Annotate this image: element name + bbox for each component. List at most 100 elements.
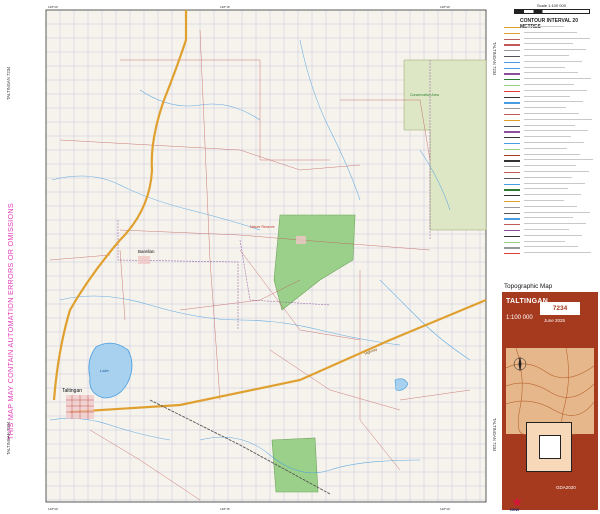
- legend-symbol: [504, 137, 520, 139]
- legend-text-line: [524, 107, 566, 109]
- town-taltingan[interactable]: [66, 395, 94, 419]
- svg-text:148°15': 148°15': [220, 507, 231, 511]
- legend-row: [502, 200, 598, 203]
- legend-row: [502, 211, 598, 215]
- settlement-central[interactable]: [296, 236, 306, 244]
- legend: [502, 26, 598, 266]
- legend-text-line: [524, 142, 584, 143]
- legend-text-line: [524, 113, 579, 114]
- legend-row: [502, 113, 598, 116]
- legend-row: [502, 124, 598, 128]
- legend-row: [502, 95, 598, 99]
- label-barellan: Barellan: [138, 249, 155, 254]
- legend-symbol: [504, 102, 520, 104]
- legend-row: [502, 188, 598, 191]
- svg-text:148°00': 148°00': [48, 507, 59, 511]
- legend-row: [502, 194, 598, 197]
- legend-row: [502, 118, 598, 122]
- legend-text-line: [524, 130, 588, 132]
- legend-symbol: [504, 160, 520, 162]
- legend-text-line: [524, 26, 564, 27]
- legend-text-line: [524, 136, 571, 138]
- legend-text-line: [524, 147, 567, 149]
- legend-row: [502, 60, 598, 64]
- legend-row: [502, 176, 598, 180]
- legend-symbol: [504, 90, 520, 92]
- legend-text-line: [524, 246, 578, 248]
- legend-row: [502, 89, 598, 93]
- legend-text-line: [524, 176, 572, 178]
- legend-row: [502, 252, 598, 255]
- legend-row: [502, 31, 598, 35]
- settlement-barellan[interactable]: [138, 256, 150, 264]
- current-sheet-marker: [539, 435, 561, 459]
- legend-text-line: [524, 43, 573, 45]
- legend-row: [502, 223, 598, 226]
- legend-text-line: [524, 217, 573, 219]
- legend-symbol: [504, 27, 520, 29]
- legend-symbol: [504, 79, 520, 81]
- legend-symbol: [504, 73, 520, 75]
- legend-symbol: [504, 247, 520, 249]
- legend-row: [502, 78, 598, 81]
- svg-text:148°15': 148°15': [220, 5, 231, 9]
- legend-symbol: [504, 38, 520, 40]
- legend-symbol: [504, 177, 520, 179]
- legend-symbol: [504, 114, 520, 116]
- legend-text-line: [524, 211, 590, 213]
- legend-text-line: [524, 60, 582, 62]
- legend-text-line: [524, 229, 569, 230]
- legend-text-line: [524, 78, 591, 80]
- legend-row: [502, 217, 598, 220]
- legend-text-line: [524, 182, 585, 184]
- legend-symbol: [504, 230, 520, 232]
- legend-symbol: [504, 119, 520, 121]
- legend-symbol: [504, 44, 520, 46]
- svg-text:148°30': 148°30': [440, 507, 451, 511]
- legend-text-line: [524, 72, 578, 74]
- legend-symbol: [504, 206, 520, 208]
- legend-symbol: [504, 32, 520, 34]
- legend-text-line: [524, 234, 582, 236]
- legend-symbol: [504, 143, 520, 145]
- legend-symbol: [504, 166, 520, 168]
- legend-symbol: [504, 253, 520, 255]
- legend-row: [502, 234, 598, 238]
- scale-bar: [514, 9, 590, 14]
- legend-row: [502, 26, 598, 29]
- legend-text-line: [524, 153, 580, 155]
- legend-row: [502, 153, 598, 157]
- sheet-scale: 1:100 000: [506, 315, 533, 321]
- legend-row: [502, 171, 598, 174]
- legend-symbol: [504, 108, 520, 110]
- label-taltingan: Taltingan: [62, 388, 82, 394]
- legend-symbol: [504, 241, 520, 243]
- legend-symbol: [504, 67, 520, 69]
- legend-text-line: [524, 252, 591, 254]
- topographic-map-label: Topographic Map: [504, 283, 553, 290]
- legend-symbol: [504, 201, 520, 203]
- legend-text-line: [524, 101, 583, 103]
- legend-text-line: [524, 37, 590, 39]
- legend-row: [502, 182, 598, 186]
- legend-symbol: [504, 235, 520, 237]
- legend-row: [502, 107, 598, 110]
- legend-row: [502, 142, 598, 145]
- legend-text-line: [524, 118, 592, 120]
- legend-row: [502, 136, 598, 139]
- legend-symbol: [504, 172, 520, 174]
- legend-text-line: [524, 223, 586, 225]
- map-face[interactable]: 148°00' 148°15' 148°30' 148°00' 148°15' 148°…: [0, 0, 500, 514]
- legend-row: [502, 159, 598, 162]
- legend-row: [502, 147, 598, 151]
- legend-symbol: [504, 218, 520, 220]
- adjoining-sheet-label-right-bottom: TALTINGAN 7234: [492, 418, 497, 452]
- legend-row: [502, 101, 598, 104]
- svg-text:148°00': 148°00': [48, 5, 59, 9]
- legend-symbol: [504, 212, 520, 214]
- map-info-panel: Scale 1:100 000 CONTOUR INTERVAL 20 METR…: [500, 0, 600, 514]
- agency-name: NSW: [510, 507, 520, 512]
- legend-text-line: [524, 55, 569, 56]
- legend-text-line: [524, 49, 586, 51]
- legend-row: [502, 49, 598, 52]
